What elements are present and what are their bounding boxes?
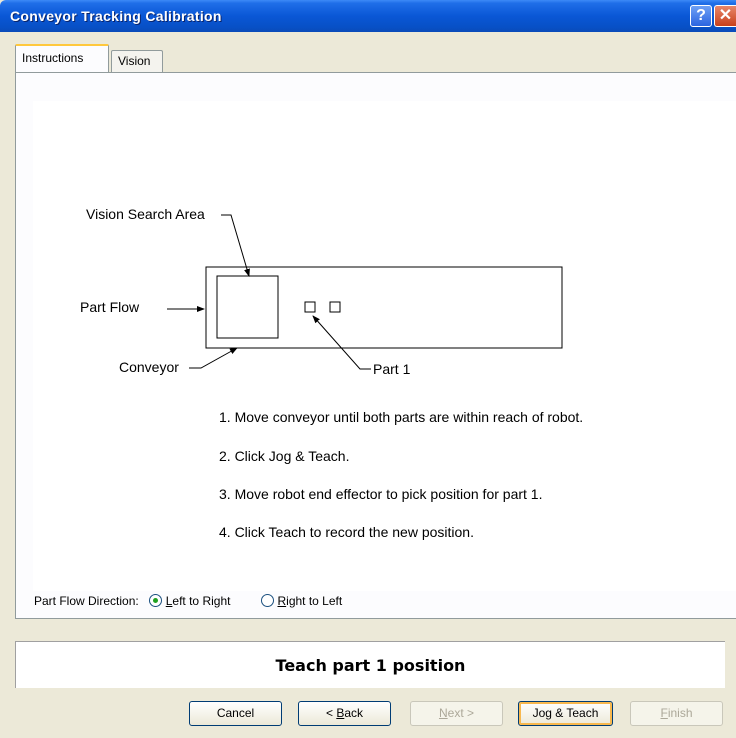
part-flow-direction-label: Part Flow Direction: xyxy=(34,594,139,608)
instruction-step-1: 1. Move conveyor until both parts are wi… xyxy=(219,409,584,425)
close-icon[interactable]: ✕ xyxy=(714,5,736,27)
vision-search-area-rectangle xyxy=(216,275,279,339)
radio-button-icon[interactable] xyxy=(261,594,275,607)
cancel-button[interactable]: Cancel xyxy=(189,701,282,726)
part-flow-direction-row: Part Flow Direction: Left to Right Right… xyxy=(34,594,342,608)
radio-button-icon[interactable] xyxy=(149,594,163,607)
tab-instructions[interactable]: Instructions xyxy=(15,44,109,72)
jog-teach-button[interactable]: Jog & Teach xyxy=(518,701,613,726)
radio-right-to-left-mnemonic: R xyxy=(277,594,287,608)
conveyor-rectangle xyxy=(205,266,563,349)
instructions-diagram-area: Vision Search Area Part Flow Conveyor Pa… xyxy=(33,101,736,591)
part-flow-label: Part Flow xyxy=(80,299,140,315)
instructions-panel: Vision Search Area Part Flow Conveyor Pa… xyxy=(15,72,736,619)
radio-right-to-left[interactable]: Right to Left xyxy=(261,594,342,608)
radio-left-to-right[interactable]: Left to Right xyxy=(149,594,233,608)
conveyor-label: Conveyor xyxy=(119,359,179,375)
instruction-step-3: 3. Move robot end effector to pick posit… xyxy=(219,486,543,502)
vision-search-area-label: Vision Search Area xyxy=(86,206,205,222)
tab-vision[interactable]: Vision xyxy=(111,50,163,72)
help-icon[interactable]: ? xyxy=(690,5,712,27)
part-2-square xyxy=(329,301,341,313)
conveyor-diagram xyxy=(167,214,563,370)
instruction-step-2: 2. Click Jog & Teach. xyxy=(219,448,350,464)
back-button-label: ack xyxy=(344,706,364,720)
status-message-box: Teach part 1 position xyxy=(15,641,725,688)
radio-right-to-left-label: ight to Left xyxy=(286,594,343,608)
next-button[interactable]: Next > xyxy=(410,701,503,726)
window-title: Conveyor Tracking Calibration xyxy=(10,8,222,24)
part-1-square xyxy=(304,301,316,313)
part-1-label: Part 1 xyxy=(373,361,411,377)
next-button-mnemonic: N xyxy=(438,706,448,720)
finish-button[interactable]: Finish xyxy=(630,701,723,726)
finish-button-label: inish xyxy=(667,706,693,720)
next-button-label: ext > xyxy=(447,706,475,720)
back-button-prefix: < xyxy=(325,706,337,720)
back-button[interactable]: < Back xyxy=(298,701,391,726)
radio-left-to-right-label: eft to Right xyxy=(172,594,231,608)
instruction-step-4: 4. Click Teach to record the new positio… xyxy=(219,524,474,540)
title-bar: Conveyor Tracking Calibration ? ✕ xyxy=(0,0,736,32)
finish-button-mnemonic: F xyxy=(660,706,668,720)
conveyor-leader xyxy=(189,347,238,369)
status-message: Teach part 1 position xyxy=(275,656,466,675)
part-1-leader xyxy=(312,315,371,370)
